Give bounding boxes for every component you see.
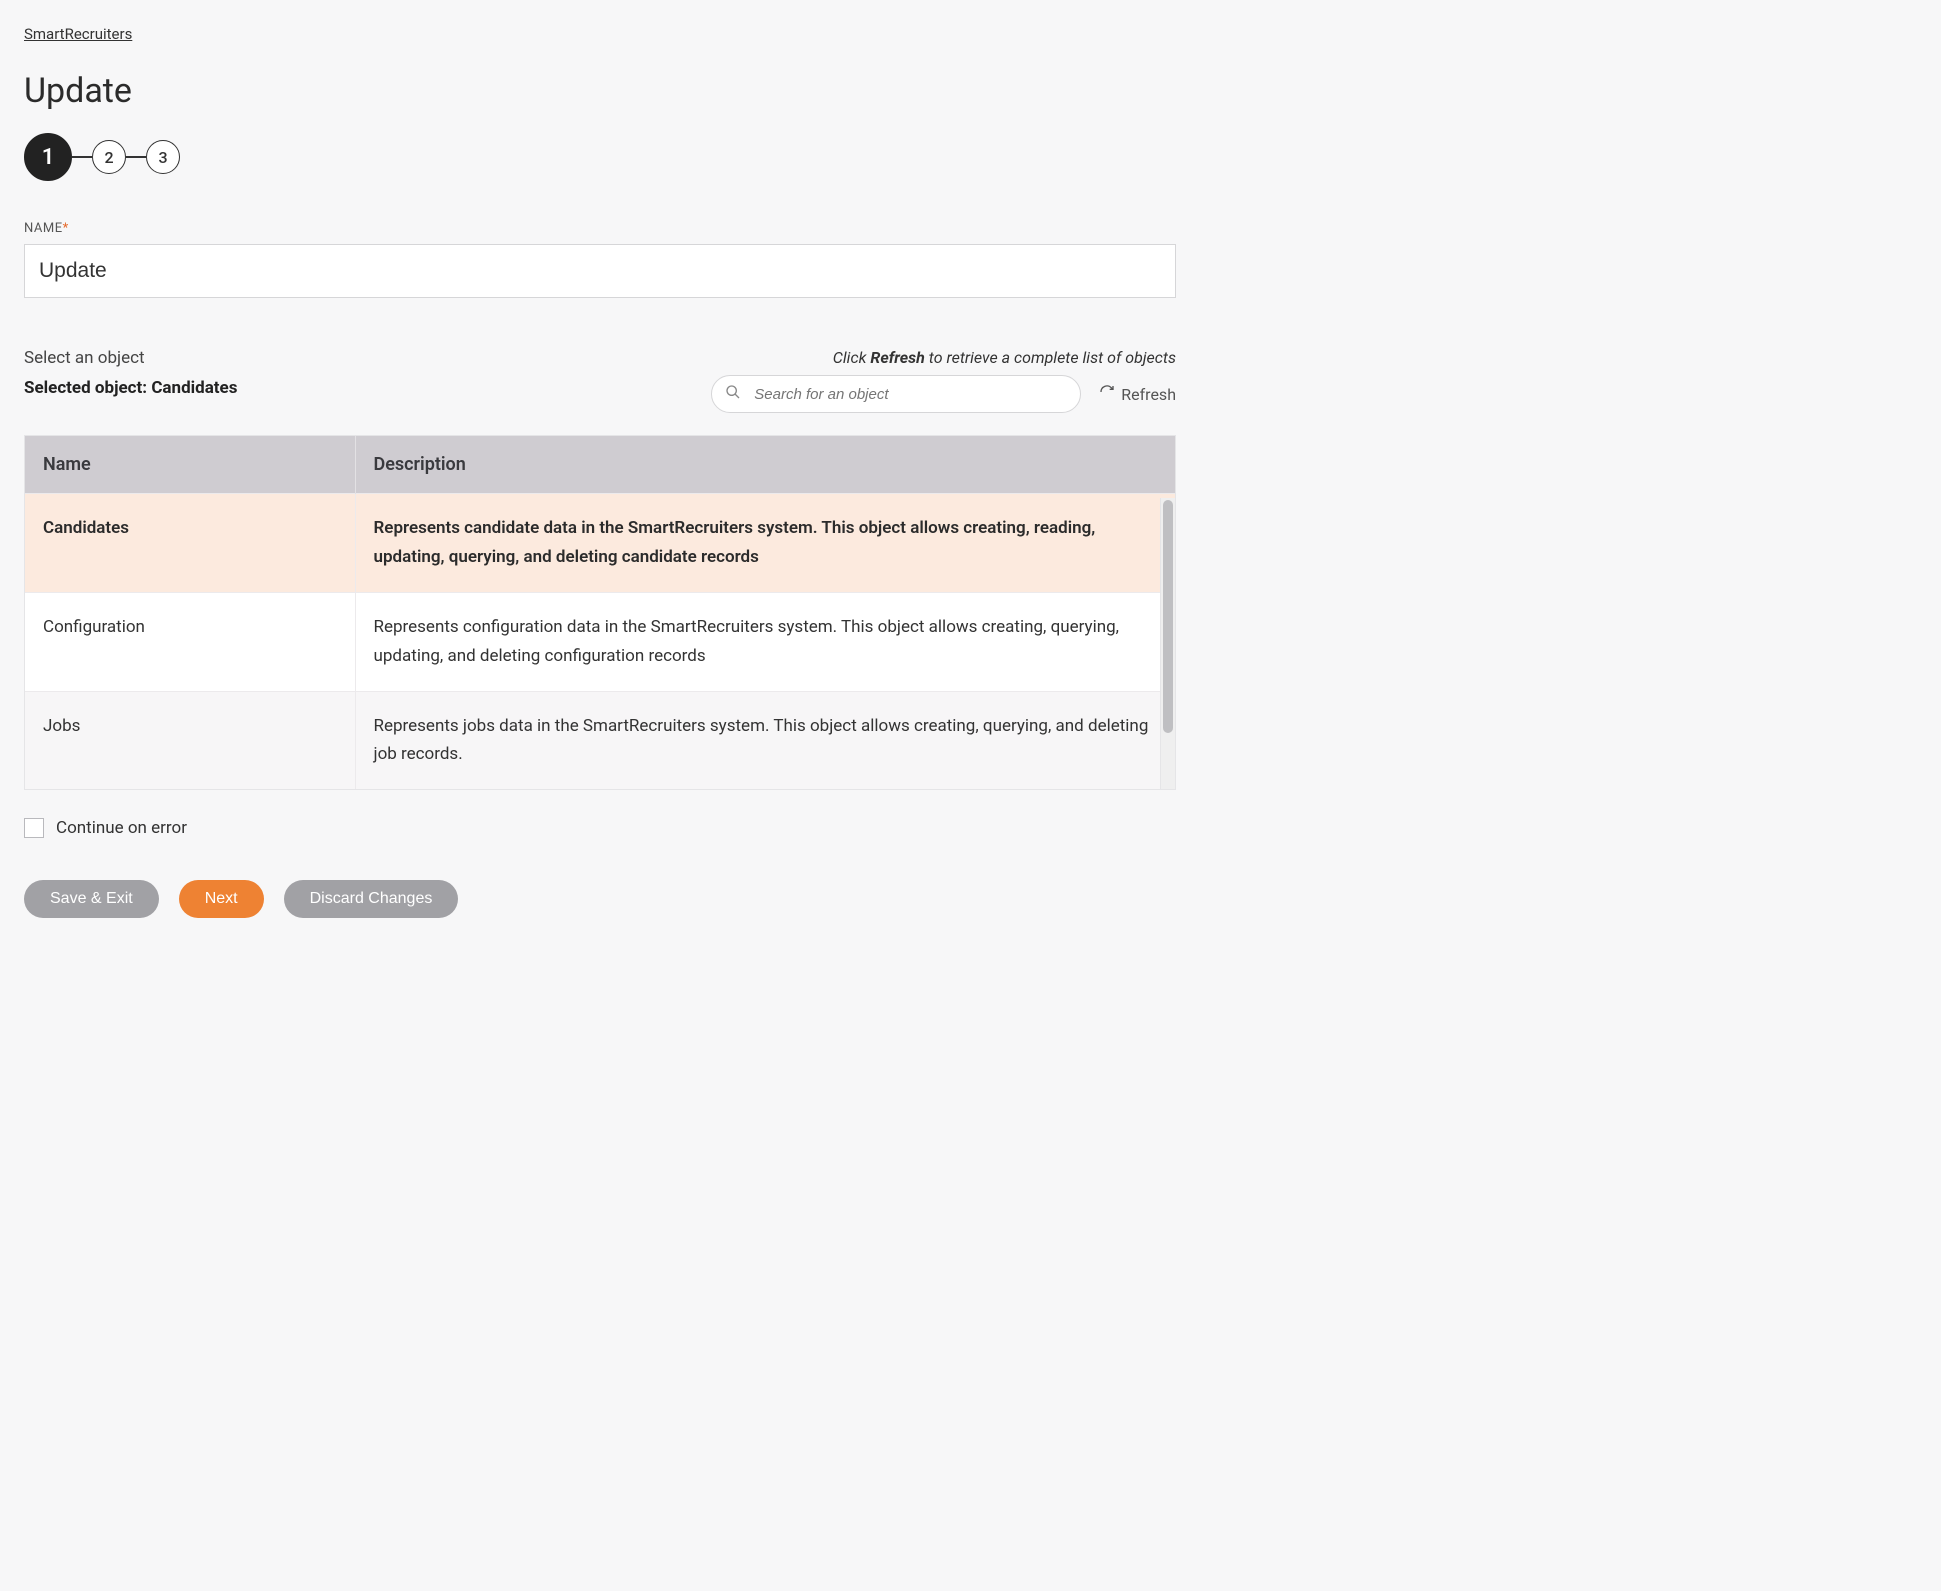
name-field-label: NAME* <box>24 221 1176 236</box>
scrollbar-track[interactable] <box>1160 498 1175 789</box>
name-input[interactable] <box>24 244 1176 298</box>
table-row[interactable]: Jobs Represents jobs data in the SmartRe… <box>25 691 1175 789</box>
stepper: 1 2 3 <box>24 133 1176 181</box>
step-2[interactable]: 2 <box>92 140 126 174</box>
refresh-icon <box>1099 384 1115 404</box>
table-row[interactable]: Candidates Represents candidate data in … <box>25 494 1175 593</box>
refresh-hint: Click Refresh to retrieve a complete lis… <box>711 348 1176 367</box>
scrollbar-thumb[interactable] <box>1163 500 1173 733</box>
step-connector <box>72 156 92 158</box>
breadcrumb-smartrecruiters[interactable]: SmartRecruiters <box>24 25 132 43</box>
table-row[interactable]: Configuration Represents configuration d… <box>25 592 1175 691</box>
page-title: Update <box>24 71 1176 111</box>
search-input[interactable] <box>711 375 1081 413</box>
cell-name: Configuration <box>25 592 355 691</box>
cell-description: Represents configuration data in the Sma… <box>355 592 1175 691</box>
required-indicator: * <box>63 221 69 236</box>
column-header-description[interactable]: Description <box>355 436 1175 494</box>
column-header-name[interactable]: Name <box>25 436 355 494</box>
refresh-label: Refresh <box>1121 385 1176 404</box>
cell-name: Candidates <box>25 494 355 593</box>
refresh-button[interactable]: Refresh <box>1099 384 1176 404</box>
save-exit-button[interactable]: Save & Exit <box>24 880 159 918</box>
continue-on-error-checkbox[interactable] <box>24 818 44 838</box>
search-icon <box>725 384 741 404</box>
cell-description: Represents candidate data in the SmartRe… <box>355 494 1175 593</box>
cell-name: Jobs <box>25 691 355 789</box>
object-table: Name Description Candidates Represents c… <box>24 435 1176 790</box>
step-1[interactable]: 1 <box>24 133 72 181</box>
continue-on-error-label: Continue on error <box>56 818 187 838</box>
select-object-label: Select an object <box>24 348 699 368</box>
step-3[interactable]: 3 <box>146 140 180 174</box>
next-button[interactable]: Next <box>179 880 264 918</box>
cell-description: Represents jobs data in the SmartRecruit… <box>355 691 1175 789</box>
selected-object: Selected object: Candidates <box>24 378 699 398</box>
step-connector <box>126 156 146 158</box>
discard-changes-button[interactable]: Discard Changes <box>284 880 459 918</box>
